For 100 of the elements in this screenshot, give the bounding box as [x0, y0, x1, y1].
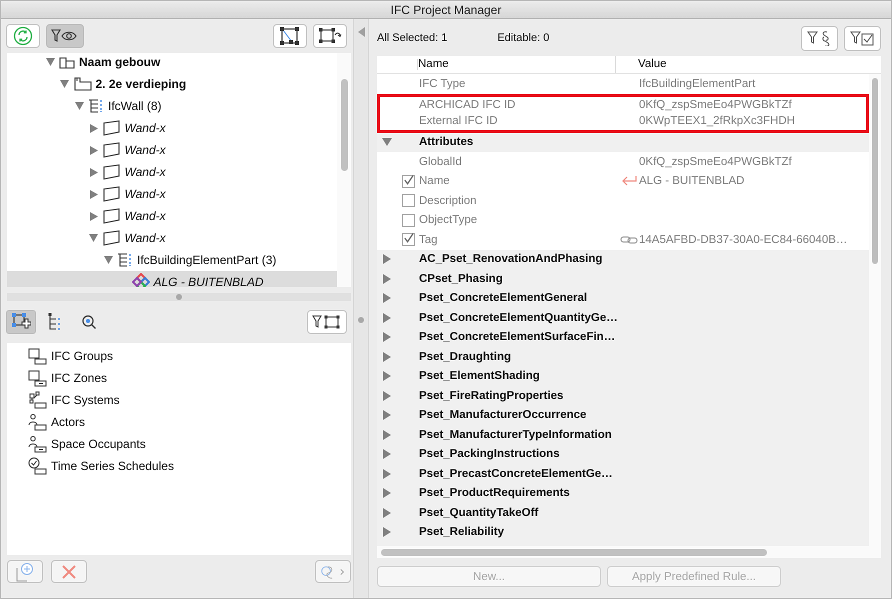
group-list-item[interactable]: Space Occupants — [7, 433, 351, 455]
collapsed-triangle-icon[interactable] — [383, 390, 391, 401]
tree-item[interactable]: Wand-x — [7, 205, 337, 227]
part-logo-icon — [132, 273, 150, 287]
expanded-triangle-icon[interactable] — [60, 80, 69, 88]
filter-section-icon — [806, 30, 832, 46]
collapse-arrow-icon[interactable] — [358, 27, 365, 37]
group-list-item[interactable]: IFC Systems — [7, 389, 351, 411]
wall-icon — [102, 208, 120, 224]
hierarchy-icon — [48, 313, 62, 331]
property-name: Pset_FireRatingProperties — [419, 390, 564, 402]
collapsed-triangle-icon[interactable] — [90, 212, 98, 220]
select-elements-button[interactable] — [273, 24, 307, 48]
property-name: GlobalId — [419, 156, 463, 168]
filter-frame-icon — [312, 314, 342, 330]
groups-tab[interactable] — [6, 310, 36, 334]
collapsed-triangle-icon[interactable] — [90, 190, 98, 198]
collapsed-triangle-icon[interactable] — [383, 468, 391, 479]
property-name: CPset_Phasing — [419, 272, 504, 285]
checkbox[interactable] — [402, 174, 414, 188]
collapsed-triangle-icon[interactable] — [383, 332, 391, 342]
delete-icon — [61, 564, 77, 580]
collapsed-triangle-icon[interactable] — [383, 410, 391, 420]
group-list-item[interactable]: Actors — [7, 411, 351, 433]
checkbox[interactable] — [402, 233, 414, 246]
column-header[interactable]: Value — [616, 56, 667, 73]
expanded-triangle-icon[interactable] — [104, 256, 112, 264]
expanded-triangle-icon[interactable] — [89, 234, 98, 242]
tree-item[interactable]: Wand-x — [7, 183, 337, 205]
collapsed-triangle-icon[interactable] — [383, 274, 391, 284]
divider-handle[interactable] — [358, 317, 364, 323]
property-name: Tag — [419, 234, 439, 246]
scrollbar-thumb[interactable] — [341, 79, 348, 171]
tree-item[interactable]: Wand-x — [7, 161, 337, 183]
collapsed-triangle-icon[interactable] — [90, 168, 98, 176]
tree-item[interactable]: 2. 2e verdieping — [7, 73, 337, 95]
collapsed-triangle-icon[interactable] — [90, 124, 98, 132]
tree-item[interactable]: Wand-x — [7, 227, 337, 249]
property-name: Pset_PackingInstructions — [419, 448, 561, 460]
return-arrow-icon — [621, 175, 637, 188]
property-name: Name — [419, 175, 451, 188]
collapsed-triangle-icon[interactable] — [383, 527, 391, 538]
property-value: ALG - BUITENBLAD — [639, 175, 744, 188]
collapsed-triangle-icon[interactable] — [383, 449, 391, 460]
tree-item[interactable]: Wand-x — [7, 117, 337, 139]
tree-item[interactable]: ALG - BUITENBLAD — [7, 271, 337, 287]
building-icon — [59, 55, 75, 69]
property-name: AC_Pset_RenovationAndPhasing — [419, 253, 604, 266]
add-button[interactable] — [7, 560, 43, 583]
splitter-handle[interactable] — [176, 294, 182, 300]
scrollbar-thumb[interactable] — [872, 78, 878, 264]
link-menu-button[interactable] — [315, 560, 351, 583]
group-list-item[interactable]: IFC Zones — [7, 367, 351, 389]
property-name: IFC Type — [419, 78, 466, 90]
group-list-item[interactable]: Time Series Schedules — [7, 455, 351, 477]
collapsed-triangle-icon[interactable] — [383, 508, 391, 518]
refresh-button[interactable] — [6, 24, 40, 48]
collapsed-triangle-icon[interactable] — [383, 430, 391, 440]
property-name: Pset_Draughting — [419, 350, 512, 363]
filter-eye-button[interactable] — [46, 24, 84, 48]
property-name: Pset_ConcreteElementQuantityGe… — [419, 312, 619, 324]
collapsed-triangle-icon[interactable] — [383, 371, 391, 382]
collapsed-triangle-icon[interactable] — [383, 352, 391, 362]
tree-item[interactable]: Naam gebouw — [7, 53, 337, 73]
property-name: Description — [419, 194, 478, 207]
collapsed-triangle-icon[interactable] — [383, 254, 391, 264]
tree-item[interactable]: IfcBuildingElementPart (3) — [7, 249, 337, 271]
checkbox[interactable] — [402, 214, 414, 227]
collapsed-triangle-icon[interactable] — [383, 312, 391, 323]
group-list-item[interactable]: IFC Groups — [7, 345, 351, 367]
collapsed-triangle-icon[interactable] — [383, 293, 391, 304]
frame-arrow-button[interactable] — [313, 24, 347, 48]
filter-selection-button[interactable] — [307, 310, 347, 334]
collapsed-triangle-icon[interactable] — [90, 146, 98, 154]
tree-item[interactable]: Wand-x — [7, 139, 337, 161]
filter-checkbox-icon — [850, 30, 876, 46]
storey-icon — [74, 77, 92, 91]
property-name: Pset_Reliability — [419, 526, 506, 538]
collapsed-triangle-icon[interactable] — [383, 488, 391, 498]
property-name: Pset_ManufacturerTypeInformation — [419, 428, 613, 441]
property-name: Pset_ConcreteElementSurfaceFin… — [419, 331, 616, 344]
selected-count: All Selected: 1 — [377, 32, 448, 44]
property-name: ObjectType — [419, 214, 478, 226]
expanded-triangle-icon[interactable] — [74, 102, 84, 110]
delete-button[interactable] — [51, 560, 87, 583]
property-value: IfcBuildingElementPart — [639, 78, 756, 90]
column-header[interactable]: Name — [418, 56, 616, 73]
window-title: IFC Project Manager — [390, 2, 502, 16]
checkbox[interactable] — [402, 194, 414, 208]
occupants-folder-icon — [27, 435, 47, 453]
wall-icon — [102, 186, 120, 202]
filter-checked-button[interactable] — [844, 26, 881, 50]
expanded-triangle-icon[interactable] — [382, 138, 392, 146]
filter-section-button[interactable] — [801, 26, 838, 50]
class-tree-icon — [117, 253, 133, 267]
expanded-triangle-icon[interactable] — [46, 58, 54, 66]
class-tree-icon — [88, 99, 104, 113]
property-name: Pset_PrecastConcreteElementGe… — [419, 468, 614, 480]
scrollbar-thumb[interactable] — [381, 549, 767, 556]
tree-item[interactable]: IfcWall (8) — [7, 95, 337, 117]
